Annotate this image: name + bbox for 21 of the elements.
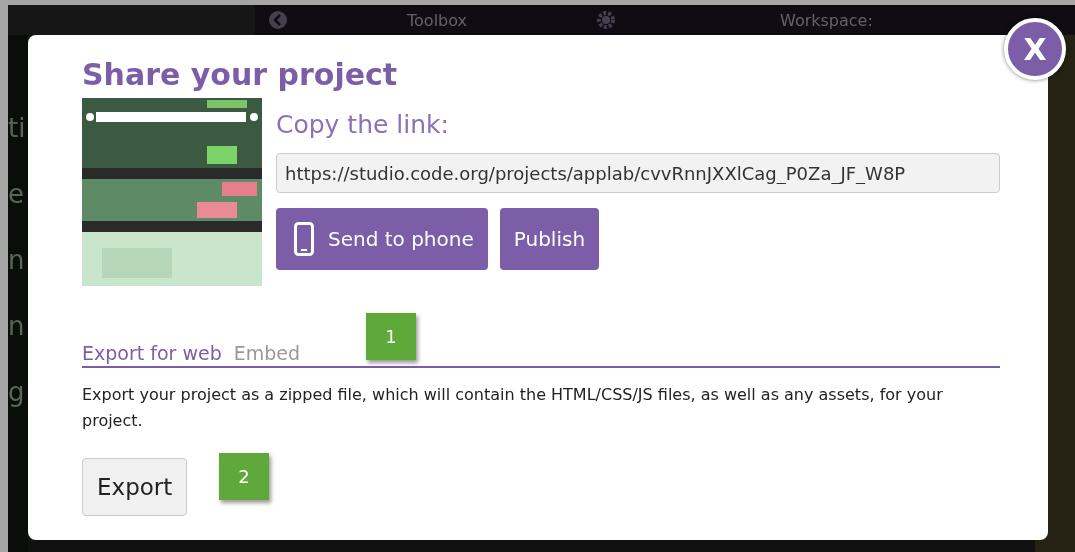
- background-text: n: [8, 247, 26, 273]
- copy-link-heading: Copy the link:: [276, 110, 450, 139]
- dialog-title: Share your project: [82, 57, 399, 92]
- gear-icon[interactable]: [597, 11, 615, 29]
- background-text: g: [8, 379, 26, 405]
- back-icon[interactable]: [269, 11, 287, 29]
- background-text: ti: [8, 115, 27, 141]
- send-to-phone-button[interactable]: Send to phone: [276, 208, 488, 270]
- background-text: n: [8, 313, 26, 339]
- background-text: e: [8, 181, 25, 207]
- callout-number: 1: [366, 313, 416, 360]
- export-button[interactable]: Export: [82, 458, 188, 516]
- workspace-label: Workspace:: [780, 10, 873, 30]
- publish-button[interactable]: Publish: [499, 208, 600, 270]
- link-field[interactable]: https://studio.code.org/projects/applab/cvvRnnJXXlCag_P0Za_JF_W8P: [276, 153, 1000, 193]
- tab[interactable]: Export for web: [82, 342, 222, 364]
- toolbox-label: Toolbox: [407, 10, 467, 30]
- callout-number: 2: [219, 453, 269, 500]
- tab[interactable]: Embed: [233, 342, 301, 364]
- phone-icon: [294, 222, 314, 256]
- export-description: Export your project as a zipped file, which will contain the HTML/CSS/JS files, as well as any assets, for your project.: [82, 384, 944, 432]
